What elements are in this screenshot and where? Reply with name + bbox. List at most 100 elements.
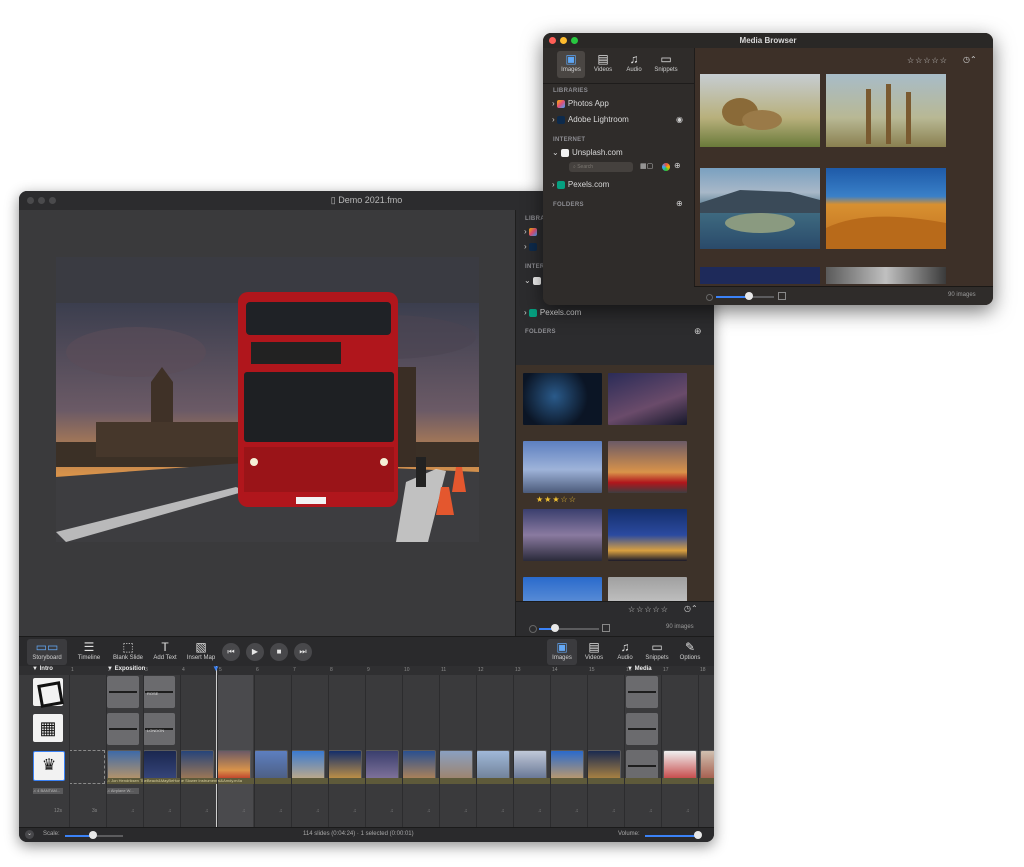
music-note-icon: ♫ [353, 808, 357, 814]
photos-app-row[interactable]: › [524, 227, 540, 236]
pexels-row[interactable]: › Pexels.com [524, 308, 581, 317]
stop-button[interactable]: ■ [270, 643, 288, 661]
minimize-window-button[interactable] [38, 197, 45, 204]
fast-forward-button[interactable]: ⏭ [294, 643, 312, 661]
play-icon: ▶ [251, 647, 259, 656]
add-folder-icon[interactable]: ⊕ [676, 199, 683, 208]
thumbnail-milky-way[interactable] [608, 373, 687, 425]
placeholder-slide[interactable] [107, 713, 139, 745]
thumb-size-slider-knob[interactable] [551, 624, 559, 632]
storyboard-button[interactable]: ▭▭ Storyboard [27, 639, 67, 665]
music-note-icon: ♫ [612, 808, 616, 814]
grid-toggle-icon[interactable]: ▦▢ [640, 162, 653, 170]
image-icon: ▣ [565, 52, 577, 66]
media-browser-sidebar: ▣ Images ▤ Videos ♫ Audio ▭ Snippets LIBRARI… [543, 48, 695, 305]
play-button[interactable]: ▶ [246, 643, 264, 661]
column-divider [513, 675, 514, 827]
thumbnail-tower-bridge[interactable] [523, 441, 602, 493]
thumbnail-desert-camels[interactable] [826, 168, 946, 249]
placeholder-slide[interactable] [626, 676, 658, 708]
volume-label: Volume: [618, 831, 640, 837]
tab-snippets[interactable]: ▭ Snippets [650, 51, 682, 78]
blank-slide-button[interactable]: ⬚ Blank Slide [109, 639, 147, 665]
thumbnail-rating[interactable]: ★★★☆☆ [536, 495, 577, 504]
rating-filter[interactable]: ☆☆☆☆☆ [907, 56, 948, 65]
zoom-window-button[interactable] [49, 197, 56, 204]
chapter-media[interactable]: ▼ Media [627, 666, 652, 672]
lightroom-icon [528, 242, 537, 251]
film-strip-icon: ▦ [39, 718, 57, 738]
close-window-button[interactable] [549, 37, 556, 44]
column-divider [217, 675, 218, 827]
rating-filter[interactable]: ☆☆☆☆☆ [628, 605, 669, 614]
thumbnail-paris-bridge[interactable] [523, 509, 602, 561]
exposition-audio-label[interactable]: ♫ Airplane W... [107, 788, 139, 794]
intro-slide-hat[interactable]: ♛ [33, 751, 65, 781]
images-button[interactable]: ▣ Images [547, 639, 577, 665]
thumbnail-giraffes[interactable] [826, 74, 946, 147]
thumbnail-cape-town[interactable] [700, 168, 820, 249]
slide-preview[interactable] [56, 257, 479, 542]
add-text-button[interactable]: T Add Text [149, 639, 181, 665]
color-filter-icon[interactable] [662, 163, 670, 171]
close-window-button[interactable] [27, 197, 34, 204]
lightroom-row[interactable]: › Adobe Lightroom [552, 115, 629, 124]
thumbnail-white-building[interactable] [608, 577, 687, 601]
sort-clock-icon[interactable]: ◷⌃ [963, 55, 977, 64]
snippets-button[interactable]: ▭ Snippets [641, 639, 673, 665]
chevron-right-icon: › [524, 308, 527, 317]
add-folder-icon[interactable]: ⊕ [694, 326, 702, 337]
chevron-down-icon: ⌄ [524, 276, 531, 285]
playhead-marker-icon[interactable]: ▼ [212, 664, 220, 673]
options-button[interactable]: ✎ Options [675, 639, 705, 665]
account-icon[interactable]: ◉ [676, 115, 683, 124]
scale-slider-knob[interactable] [89, 831, 97, 839]
placeholder-slide[interactable]: ROSE [143, 676, 175, 708]
rewind-button[interactable]: ⏮ [222, 643, 240, 661]
sort-clock-icon[interactable]: ◷⌃ [684, 604, 698, 613]
chapter-exposition[interactable]: ▼ Exposition [107, 666, 145, 672]
unsplash-search-input[interactable]: ⌕ Search [569, 162, 633, 172]
volume-slider-track[interactable] [645, 835, 697, 837]
intro-audio-label[interactable]: ♫ 4 BANTAM... [33, 788, 63, 794]
tab-videos[interactable]: ▤ Videos [589, 51, 617, 78]
intro-slide-film[interactable]: ▦ [33, 714, 63, 742]
placeholder-slide[interactable] [107, 676, 139, 708]
pexels-row[interactable]: › Pexels.com [552, 180, 609, 189]
minimize-window-button[interactable] [560, 37, 567, 44]
photos-app-row[interactable]: › Photos App [552, 99, 609, 108]
drop-target-placeholder[interactable] [69, 750, 105, 784]
placeholder-slide[interactable]: LONDON [143, 713, 175, 745]
music-note-icon: ♫ [205, 808, 209, 814]
intro-slide-frame[interactable] [33, 678, 64, 708]
unsplash-row[interactable]: ⌄ Unsplash.com [552, 148, 623, 157]
timeline-button[interactable]: ☰ Timeline [71, 639, 107, 665]
thumb-size-slider-knob[interactable] [745, 292, 753, 300]
audio-button[interactable]: ♫ Audio [611, 639, 639, 665]
tab-divider [543, 83, 694, 84]
insert-map-button[interactable]: ▧ Insert Map [183, 639, 219, 665]
thumbnail-tent-night[interactable] [523, 373, 602, 425]
thumbnail-city-street[interactable] [826, 267, 946, 284]
audio-track[interactable]: ♫ Jon Hendriksen TheBeach&MayBeHome Slow… [107, 778, 714, 784]
music-note-icon: ♫ [131, 808, 135, 814]
tab-images[interactable]: ▣ Images [557, 51, 585, 78]
status-bar: ⌄ Scale: 114 slides (0:04:24) · 1 select… [19, 827, 714, 842]
unsplash-row[interactable]: ⌄ [524, 276, 544, 285]
thumbnail-night-sky[interactable] [700, 267, 820, 284]
thumbnail-blue-sky[interactable] [523, 577, 602, 601]
videos-button[interactable]: ▤ Videos [579, 639, 609, 665]
thumbnail-london-bus[interactable] [608, 441, 687, 493]
placeholder-slide[interactable] [626, 713, 658, 745]
tab-audio[interactable]: ♫ Audio [621, 51, 647, 78]
thumbnail-lions[interactable] [700, 74, 820, 147]
column-divider [587, 675, 588, 827]
lightroom-row[interactable]: › [524, 242, 540, 251]
scale-slider-fill [65, 835, 91, 837]
volume-slider-knob[interactable] [694, 831, 702, 839]
zoom-window-button[interactable] [571, 37, 578, 44]
collapse-chevron-icon[interactable]: ⌄ [25, 830, 34, 839]
thumbnail-arc-de-triomphe[interactable] [608, 509, 687, 561]
chapter-intro[interactable]: ▼ Intro [32, 666, 53, 672]
add-source-icon[interactable]: ⊕ [674, 161, 681, 170]
